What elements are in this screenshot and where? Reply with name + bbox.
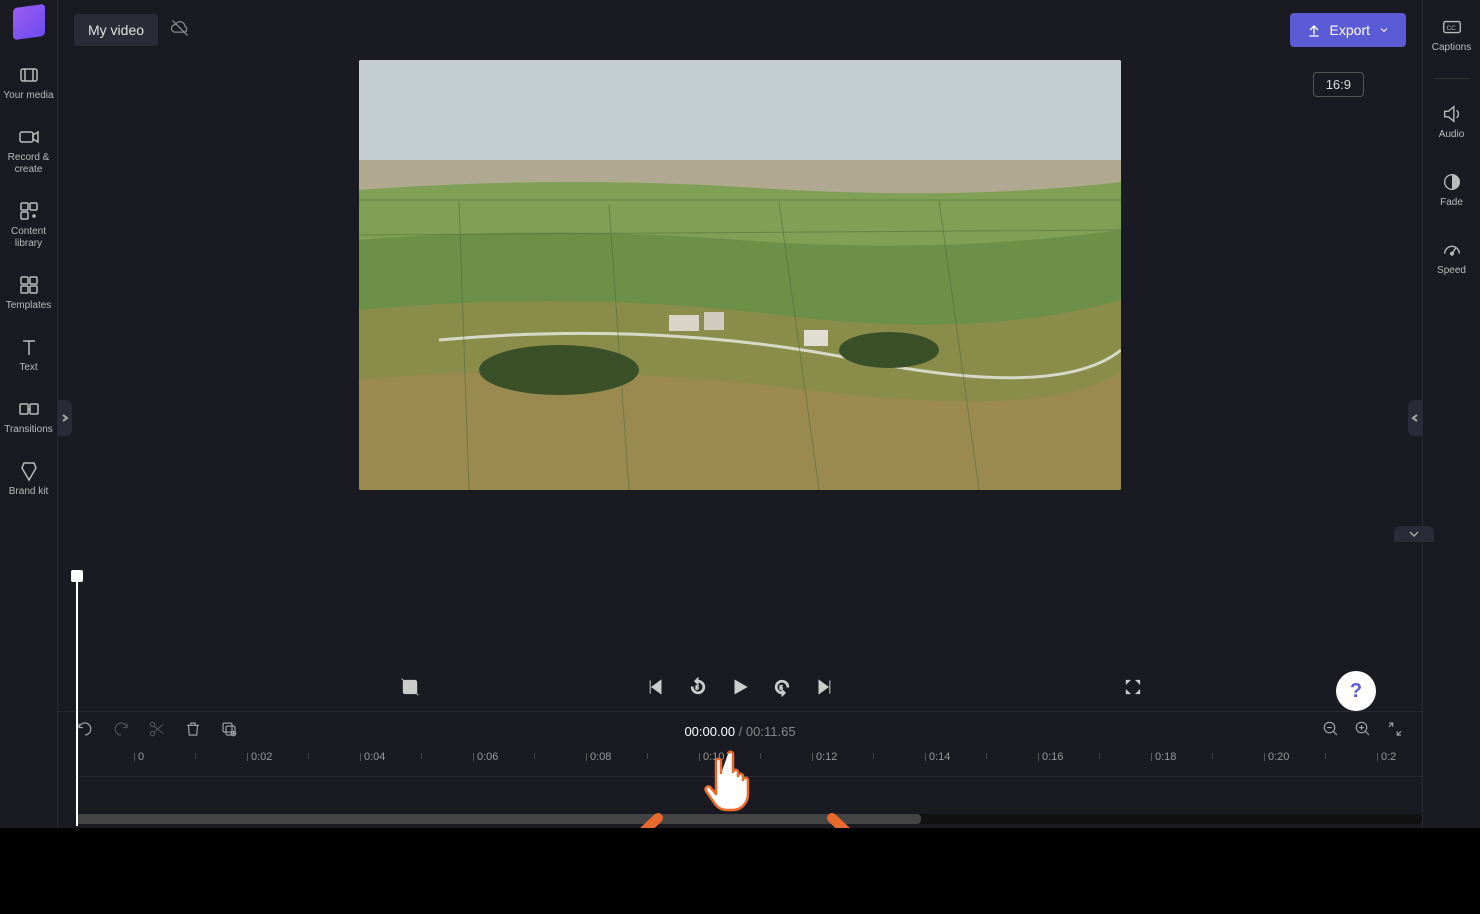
video-preview[interactable] <box>359 60 1121 490</box>
zoom-in-button[interactable] <box>1354 720 1372 743</box>
sidebar-item-content-library[interactable]: Content library <box>0 194 57 256</box>
playback-controls: 5 5 ? <box>58 663 1422 711</box>
brand-icon <box>18 460 40 482</box>
total-time: 00:11.65 <box>746 724 796 739</box>
camera-icon <box>18 126 40 148</box>
top-bar: My video Export <box>58 0 1422 60</box>
ruler-tick: 0:08 <box>590 751 611 763</box>
text-icon <box>18 336 40 358</box>
duplicate-button[interactable] <box>220 720 238 743</box>
help-button[interactable]: ? <box>1336 671 1376 711</box>
speaker-icon <box>1441 103 1463 125</box>
timeline-toolbar: 00:00.00 / 00:11.65 <box>58 711 1422 751</box>
transitions-icon <box>18 398 40 420</box>
sidebar-item-your-media[interactable]: Your media <box>0 58 57 108</box>
ruler-tick: 0:10 <box>703 751 724 763</box>
fullscreen-button[interactable] <box>1119 673 1147 701</box>
ruler-tick: 0:14 <box>929 751 950 763</box>
rewind-5-button[interactable]: 5 <box>684 673 712 701</box>
ruler-tick: 0:20 <box>1268 751 1289 763</box>
forward-5-button[interactable]: 5 <box>768 673 796 701</box>
time-display: 00:00.00 / 00:11.65 <box>684 724 795 739</box>
sidebar-item-record-create[interactable]: Record & create <box>0 120 57 182</box>
bottom-bar <box>0 828 1480 914</box>
cc-icon: CC <box>1441 16 1463 38</box>
skip-back-button[interactable] <box>642 673 670 701</box>
chevron-down-icon <box>1378 24 1390 36</box>
app-logo <box>13 4 45 40</box>
sidebar-label: Content library <box>2 226 55 250</box>
sidebar-label: Record & create <box>2 152 55 176</box>
right-sidebar: CC Captions Audio Fade Speed <box>1422 0 1480 914</box>
templates-icon <box>18 274 40 296</box>
undo-button[interactable] <box>76 720 94 743</box>
aspect-ratio-button[interactable]: 16:9 <box>1313 72 1364 97</box>
crop-toggle-button[interactable] <box>396 673 424 701</box>
current-time: 00:00.00 <box>684 724 735 739</box>
speed-icon <box>1441 239 1463 261</box>
sidebar-label: Brand kit <box>9 486 48 498</box>
scrollbar-thumb[interactable] <box>76 814 921 824</box>
delete-button[interactable] <box>184 720 202 743</box>
sidebar-label: Audio <box>1439 129 1465 141</box>
preview-frame-image <box>359 60 1121 490</box>
timeline-ruler[interactable]: 0 0:02 0:04 0:06 0:08 0:10 0:12 0:14 0:16 0:18 0:2… <box>76 751 1422 777</box>
ruler-tick: 0:04 <box>364 751 385 763</box>
expand-right-panel-button[interactable] <box>1408 400 1422 436</box>
project-name-field[interactable]: My video <box>74 14 158 46</box>
sidebar-item-speed[interactable]: Speed <box>1423 233 1480 283</box>
timeline-scrollbar[interactable] <box>76 814 1422 824</box>
sidebar-item-brand-kit[interactable]: Brand kit <box>0 454 57 504</box>
fit-timeline-button[interactable] <box>1386 720 1404 743</box>
fade-icon <box>1441 171 1463 193</box>
sidebar-item-templates[interactable]: Templates <box>0 268 57 318</box>
split-button[interactable] <box>148 720 166 743</box>
sidebar-label: Captions <box>1432 42 1471 54</box>
ruler-tick: 0:06 <box>477 751 498 763</box>
ruler-tick: 0 <box>138 751 144 763</box>
sidebar-item-text[interactable]: Text <box>0 330 57 380</box>
library-icon <box>18 200 40 222</box>
ruler-tick: 0:02 <box>251 751 272 763</box>
redo-button[interactable] <box>112 720 130 743</box>
time-sep: / <box>735 724 746 739</box>
sidebar-label: Speed <box>1437 265 1466 277</box>
sidebar-label: Your media <box>3 90 53 102</box>
ruler-tick: 0:18 <box>1155 751 1176 763</box>
export-label: Export <box>1330 22 1370 38</box>
sidebar-label: Templates <box>6 300 52 312</box>
ruler-tick: 0:2 <box>1381 751 1396 763</box>
svg-text:CC: CC <box>1446 25 1456 32</box>
export-button[interactable]: Export <box>1290 13 1406 47</box>
upload-icon <box>1306 22 1322 38</box>
ruler-tick: 0:12 <box>816 751 837 763</box>
sidebar-label: Transitions <box>4 424 53 436</box>
play-button[interactable] <box>726 673 754 701</box>
svg-text:5: 5 <box>696 686 699 692</box>
svg-text:5: 5 <box>780 686 783 692</box>
preview-area: 16:9 <box>58 60 1422 663</box>
sidebar-item-transitions[interactable]: Transitions <box>0 392 57 442</box>
sidebar-item-fade[interactable]: Fade <box>1423 165 1480 215</box>
ruler-tick: 0:16 <box>1042 751 1063 763</box>
sidebar-label: Fade <box>1440 197 1463 209</box>
sidebar-item-captions[interactable]: CC Captions <box>1423 10 1480 60</box>
sidebar-label: Text <box>19 362 37 374</box>
playhead[interactable] <box>76 576 78 826</box>
zoom-out-button[interactable] <box>1322 720 1340 743</box>
media-icon <box>18 64 40 86</box>
sidebar-item-audio[interactable]: Audio <box>1423 97 1480 147</box>
collapse-panel-button[interactable] <box>1394 526 1434 542</box>
left-sidebar: Your media Record & create Content libra… <box>0 0 58 914</box>
skip-forward-button[interactable] <box>810 673 838 701</box>
cloud-sync-off-icon[interactable] <box>170 18 190 43</box>
